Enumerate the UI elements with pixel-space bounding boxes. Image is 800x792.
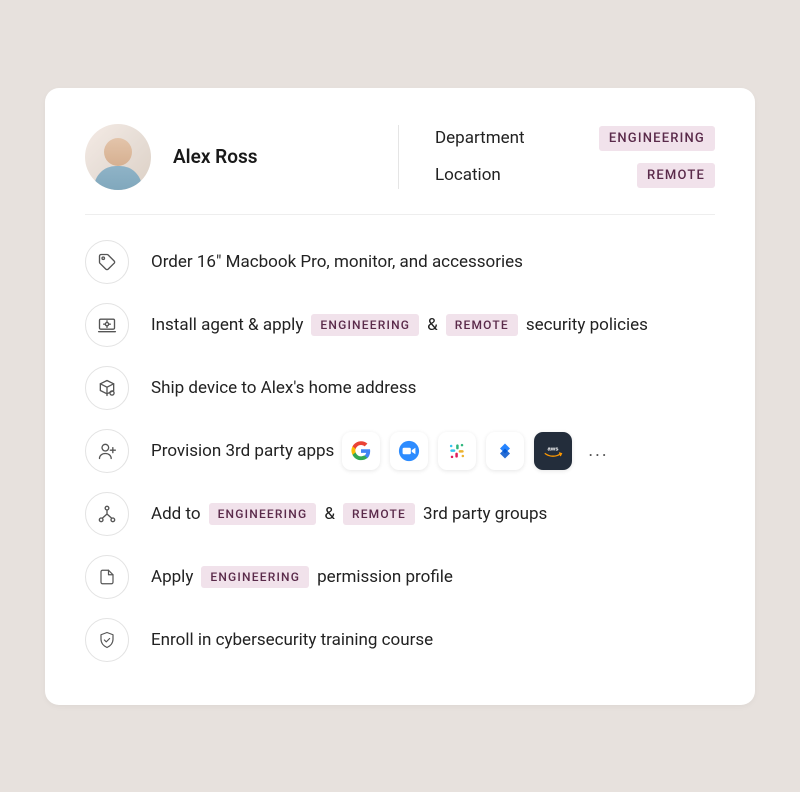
task-provision-apps: Provision 3rd party apps [85, 426, 715, 476]
file-icon [85, 555, 129, 599]
location-row: Location REMOTE [435, 163, 715, 188]
task-label: Install agent & apply ENGINEERING & REMO… [151, 314, 648, 336]
engineering-tag: ENGINEERING [311, 314, 419, 336]
task-label: Order 16" Macbook Pro, monitor, and acce… [151, 252, 523, 272]
department-row: Department ENGINEERING [435, 126, 715, 151]
engineering-tag: ENGINEERING [209, 503, 317, 525]
jira-icon [486, 432, 524, 470]
task-label: Add to ENGINEERING & REMOTE 3rd party gr… [151, 503, 547, 525]
engineering-tag: ENGINEERING [201, 566, 309, 588]
task-order-device: Order 16" Macbook Pro, monitor, and acce… [85, 237, 715, 287]
task-add-groups: Add to ENGINEERING & REMOTE 3rd party gr… [85, 489, 715, 539]
google-icon [342, 432, 380, 470]
user-meta: Department ENGINEERING Location REMOTE [435, 126, 715, 188]
aws-icon: aws [534, 432, 572, 470]
location-tag: REMOTE [637, 163, 715, 188]
user-name: Alex Ross [173, 145, 258, 168]
onboarding-card: Alex Ross Department ENGINEERING Locatio… [45, 88, 755, 705]
task-list: Order 16" Macbook Pro, monitor, and acce… [85, 237, 715, 665]
task-ship-device: Ship device to Alex's home address [85, 363, 715, 413]
task-enroll-training: Enroll in cybersecurity training course [85, 615, 715, 665]
svg-text:aws: aws [548, 446, 560, 452]
header: Alex Ross Department ENGINEERING Locatio… [85, 124, 715, 215]
user-block: Alex Ross [85, 124, 398, 190]
vertical-divider [398, 125, 399, 189]
more-apps-ellipsis: ... [582, 440, 608, 461]
remote-tag: REMOTE [446, 314, 518, 336]
laptop-gear-icon [85, 303, 129, 347]
sitemap-icon [85, 492, 129, 536]
department-tag: ENGINEERING [599, 126, 715, 151]
task-label: Ship device to Alex's home address [151, 378, 416, 398]
department-label: Department [435, 128, 525, 148]
task-label: Provision 3rd party apps [151, 432, 609, 470]
package-gear-icon [85, 366, 129, 410]
slack-icon [438, 432, 476, 470]
app-icons-row: aws ... [342, 432, 608, 470]
task-apply-profile: Apply ENGINEERING permission profile [85, 552, 715, 602]
location-label: Location [435, 165, 501, 185]
remote-tag: REMOTE [343, 503, 415, 525]
price-tag-icon [85, 240, 129, 284]
avatar [85, 124, 151, 190]
user-plus-icon [85, 429, 129, 473]
task-install-agent: Install agent & apply ENGINEERING & REMO… [85, 300, 715, 350]
shield-check-icon [85, 618, 129, 662]
zoom-icon [390, 432, 428, 470]
task-label: Apply ENGINEERING permission profile [151, 566, 453, 588]
task-label: Enroll in cybersecurity training course [151, 630, 433, 650]
